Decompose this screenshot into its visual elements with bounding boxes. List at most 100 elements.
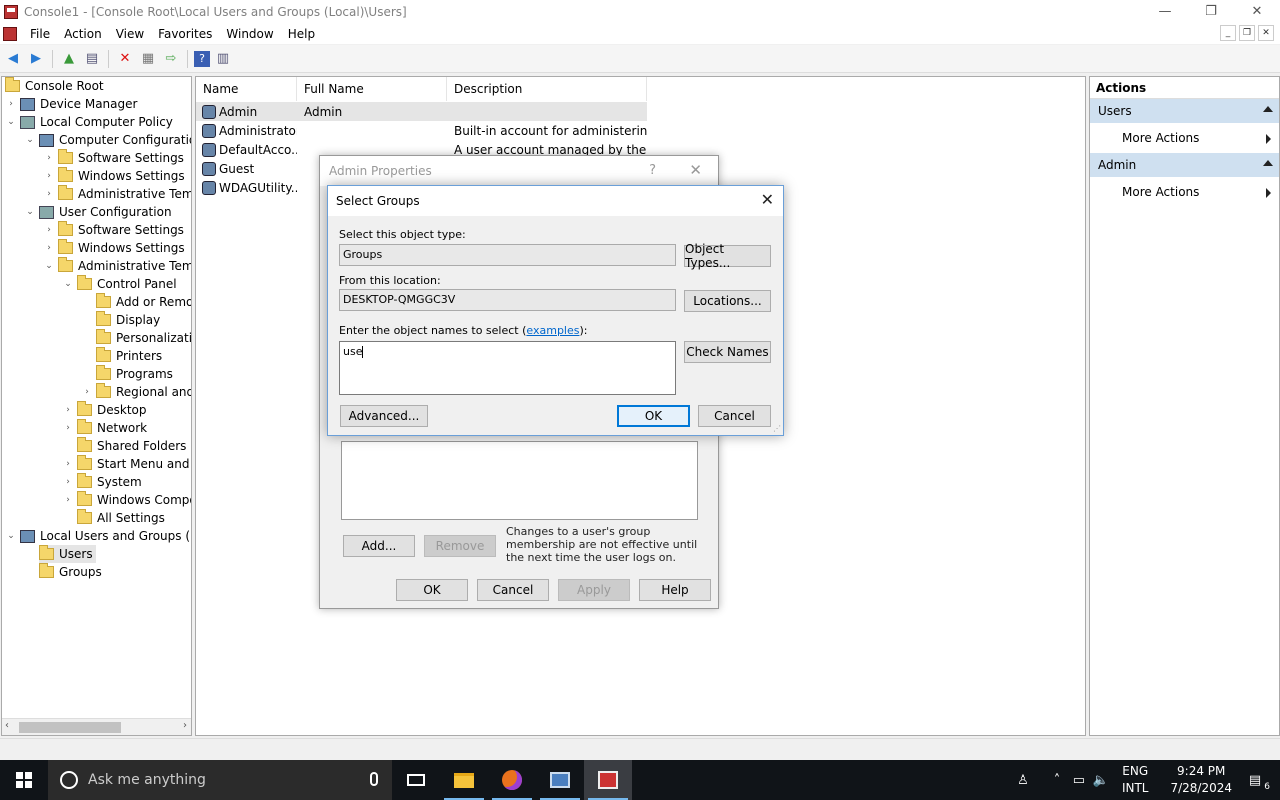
menu-favorites[interactable]: Favorites bbox=[151, 27, 219, 41]
export-list-icon[interactable]: ⇨ bbox=[161, 49, 181, 69]
object-names-input[interactable]: use bbox=[339, 341, 676, 395]
select-groups-ok-button[interactable]: OK bbox=[617, 405, 690, 427]
advanced-button[interactable]: Advanced... bbox=[340, 405, 428, 427]
cortana-search-box[interactable]: Ask me anything bbox=[48, 760, 392, 800]
chevron-right-icon[interactable]: › bbox=[5, 99, 17, 109]
minimize-icon[interactable]: — bbox=[1142, 0, 1188, 23]
tree-item-control-panel[interactable]: ⌄ Control Panel bbox=[62, 275, 177, 293]
props-help-button[interactable]: Help bbox=[639, 579, 711, 601]
tree-item-programs[interactable]: Programs bbox=[96, 365, 173, 383]
tree-item-add-remove-programs[interactable]: Add or Remove Programs bbox=[96, 293, 191, 311]
firefox-icon[interactable] bbox=[488, 760, 536, 800]
menu-file[interactable]: File bbox=[23, 27, 57, 41]
child-minimize-icon[interactable]: _ bbox=[1220, 25, 1236, 41]
chevron-up-icon[interactable]: ˄ bbox=[1046, 773, 1068, 788]
help-icon[interactable]: ? bbox=[194, 50, 210, 67]
tree-item-all-settings[interactable]: All Settings bbox=[77, 509, 165, 527]
properties-icon[interactable]: ▦ bbox=[138, 49, 158, 69]
chevron-right-icon[interactable]: › bbox=[43, 225, 55, 235]
console-doc-icon[interactable] bbox=[3, 26, 17, 41]
tree-item-user-configuration[interactable]: ⌄ User Configuration bbox=[24, 203, 171, 221]
tree-item-desktop[interactable]: › Desktop bbox=[62, 401, 147, 419]
chevron-right-icon[interactable]: › bbox=[43, 243, 55, 253]
tree-item-administrative-templates[interactable]: ⌄ Administrative Templates bbox=[43, 257, 191, 275]
chevron-down-icon[interactable]: ⌄ bbox=[5, 117, 17, 127]
show-hide-action-pane-icon[interactable]: ▥ bbox=[213, 49, 233, 69]
menu-view[interactable]: View bbox=[109, 27, 151, 41]
tree-item-shared-folders[interactable]: Shared Folders bbox=[77, 437, 186, 455]
start-button[interactable] bbox=[0, 760, 48, 800]
chevron-right-icon[interactable]: › bbox=[43, 189, 55, 199]
check-names-button[interactable]: Check Names bbox=[684, 341, 771, 363]
actions-section-admin[interactable]: Admin bbox=[1090, 153, 1279, 177]
delete-icon[interactable]: ✕ bbox=[115, 49, 135, 69]
tree-item-console-root[interactable]: Console Root bbox=[5, 77, 104, 95]
chevron-right-icon[interactable]: › bbox=[43, 153, 55, 163]
list-row-wdagutility[interactable]: WDAGUtility... bbox=[196, 178, 297, 197]
props-apply-button[interactable]: Apply bbox=[558, 579, 630, 601]
remove-button[interactable]: Remove bbox=[424, 535, 496, 557]
collapse-up-icon[interactable] bbox=[1263, 106, 1273, 112]
resize-grip-icon[interactable]: ⋰ bbox=[773, 424, 781, 433]
tree-item-device-manager[interactable]: › Device Manager bbox=[5, 95, 137, 113]
tree-horizontal-scrollbar[interactable]: ‹ › bbox=[2, 718, 191, 735]
tree-item-computer-configuration[interactable]: ⌄ Computer Configuration bbox=[24, 131, 191, 149]
props-close-icon[interactable]: ✕ bbox=[689, 161, 702, 179]
chevron-right-icon[interactable]: › bbox=[43, 171, 55, 181]
up-one-level-icon[interactable]: ▲ bbox=[59, 49, 79, 69]
select-groups-cancel-button[interactable]: Cancel bbox=[698, 405, 771, 427]
actions-section-users[interactable]: Users bbox=[1090, 99, 1279, 123]
scroll-left-icon[interactable]: ‹ bbox=[5, 720, 9, 731]
more-actions-admin[interactable]: More Actions bbox=[1090, 177, 1279, 207]
volume-muted-icon[interactable]: 🔈 bbox=[1090, 773, 1112, 788]
tree-item-printers[interactable]: Printers bbox=[96, 347, 162, 365]
task-view-icon[interactable] bbox=[392, 760, 440, 800]
tree-item-regional-language[interactable]: › Regional and Language Options bbox=[81, 383, 191, 401]
chevron-down-icon[interactable]: ⌄ bbox=[43, 261, 55, 271]
tree-item-display[interactable]: Display bbox=[96, 311, 160, 329]
list-row-administrator[interactable]: Administrator Built-in account for admin… bbox=[196, 121, 647, 140]
list-row-guest[interactable]: Guest bbox=[196, 159, 297, 178]
column-header-full-name[interactable]: Full Name bbox=[297, 77, 447, 101]
people-icon[interactable]: ♙ bbox=[1012, 773, 1034, 788]
tree-item-start-menu-taskbar[interactable]: › Start Menu and Taskbar bbox=[62, 455, 191, 473]
chevron-right-icon[interactable]: › bbox=[62, 459, 74, 469]
tree-item-administrative-templates[interactable]: › Administrative Templates bbox=[43, 185, 191, 203]
tree-item-software-settings[interactable]: › Software Settings bbox=[43, 221, 184, 239]
input-language[interactable]: ENG INTL bbox=[1122, 763, 1149, 797]
tree-item-windows-settings[interactable]: › Windows Settings bbox=[43, 167, 185, 185]
member-of-list[interactable] bbox=[341, 441, 698, 520]
show-hide-tree-icon[interactable]: ▤ bbox=[82, 49, 102, 69]
file-explorer-icon[interactable] bbox=[440, 760, 488, 800]
list-row-admin[interactable]: Admin Admin bbox=[196, 102, 647, 121]
scrollbar-thumb[interactable] bbox=[19, 722, 121, 733]
menu-window[interactable]: Window bbox=[219, 27, 280, 41]
tree-item-local-users-groups[interactable]: ⌄ Local Users and Groups (Local) bbox=[5, 527, 191, 545]
tree-item-users[interactable]: Users bbox=[39, 545, 96, 563]
tree-item-software-settings[interactable]: › Software Settings bbox=[43, 149, 184, 167]
chevron-right-icon[interactable]: › bbox=[81, 387, 93, 397]
mmc-taskbar-icon[interactable] bbox=[584, 760, 632, 800]
select-groups-close-icon[interactable]: ✕ bbox=[761, 190, 774, 209]
chevron-down-icon[interactable]: ⌄ bbox=[5, 531, 17, 541]
locations-button[interactable]: Locations... bbox=[684, 290, 771, 312]
chevron-right-icon[interactable]: › bbox=[62, 477, 74, 487]
more-actions-users[interactable]: More Actions bbox=[1090, 123, 1279, 153]
object-types-button[interactable]: Object Types... bbox=[684, 242, 771, 270]
collapse-up-icon[interactable] bbox=[1263, 160, 1273, 166]
chevron-right-icon[interactable]: › bbox=[62, 495, 74, 505]
chevron-down-icon[interactable]: ⌄ bbox=[24, 135, 36, 145]
menu-action[interactable]: Action bbox=[57, 27, 109, 41]
remote-desktop-icon[interactable] bbox=[536, 760, 584, 800]
props-ok-button[interactable]: OK bbox=[396, 579, 468, 601]
tree-item-groups[interactable]: Groups bbox=[39, 563, 102, 581]
action-center-icon[interactable]: ▤ 6 bbox=[1244, 773, 1270, 792]
restore-icon[interactable]: ❐ bbox=[1188, 0, 1234, 23]
close-icon[interactable]: ✕ bbox=[1234, 0, 1280, 23]
network-icon[interactable]: ▭ bbox=[1068, 773, 1090, 788]
chevron-down-icon[interactable]: ⌄ bbox=[24, 207, 36, 217]
microphone-icon[interactable] bbox=[370, 772, 378, 786]
forward-arrow-icon[interactable]: ▶ bbox=[26, 49, 46, 69]
back-arrow-icon[interactable]: ◀ bbox=[3, 49, 23, 69]
chevron-right-icon[interactable]: › bbox=[62, 423, 74, 433]
